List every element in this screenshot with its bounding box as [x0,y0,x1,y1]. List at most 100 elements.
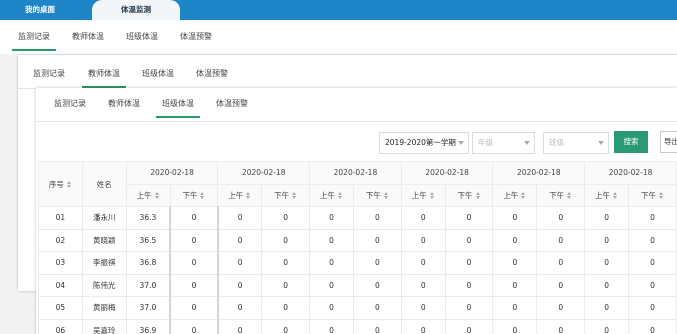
pm-column-header[interactable]: 下午 [536,183,586,207]
sort-icon[interactable] [200,191,205,200]
am-pm-header-row: 上午 下午 上午 下午 上午 下午 上午 下午 上午 下午 上午 下午 [39,183,677,207]
pm-temperature-cell[interactable]: 0 [169,228,219,252]
am-temperature-cell: 0 [584,296,630,320]
am-temperature-cell: 0 [309,273,354,297]
pm-temperature-cell[interactable]: 0 [169,273,219,297]
pm-temperature-cell: 0 [352,296,402,320]
tab-monitor-records[interactable]: 监测记录 [12,31,56,51]
pm-temperature-cell: 0 [261,228,311,252]
pm-temperature-cell: 0 [536,251,586,275]
sort-icon[interactable] [613,191,618,200]
am-temperature-cell: 0 [584,206,630,230]
am-column-header[interactable]: 上午 [217,183,263,207]
pm-column-header[interactable]: 下午 [444,183,494,207]
am-temperature-cell: 0 [400,206,446,230]
pm-column-header[interactable]: 下午 [261,183,311,207]
table-body: 01 潘永川 36.3 0 0 0 0 0 0 0 0 0 0 0 02 黄晓颖 36.5 0 0 0 0 0 0 0 0 0 0 0… [38,206,677,334]
sort-icon[interactable] [246,191,251,200]
grade-select[interactable]: 年级 [472,132,535,154]
temperature-table-container: 序号 姓名 2020-02-18 2020-02-18 2020-02-18 2… [38,161,677,334]
chevron-down-icon [458,141,464,145]
tab-teacher-temperature[interactable]: 教师体温 [72,31,104,42]
sort-icon[interactable] [521,191,526,200]
am-column-header[interactable]: 上午 [309,183,354,207]
am-temperature-cell: 0 [400,251,446,275]
pm-temperature-cell[interactable]: 0 [169,318,219,334]
pm-temperature-cell: 0 [444,206,494,230]
pm-temperature-cell: 0 [444,228,494,252]
tab-monitor-records[interactable]: 监测记录 [33,68,65,79]
export-button[interactable]: 导出 [660,131,677,153]
date-header: 2020-02-18 [584,161,677,185]
sort-icon[interactable] [338,191,343,200]
am-temperature-cell: 0 [217,228,263,252]
am-temperature-cell: 0 [492,318,538,334]
tab-temperature-warning[interactable]: 体温预警 [216,98,248,109]
pm-temperature-cell: 0 [261,251,311,275]
sort-icon[interactable] [383,191,389,200]
pm-temperature-cell: 0 [352,228,402,252]
sort-icon[interactable] [154,191,160,200]
pm-temperature-cell: 0 [628,228,677,252]
term-select[interactable]: 2019-2020第一学期 [379,132,469,154]
am-temperature-cell: 0 [492,251,538,275]
am-column-header[interactable]: 上午 [125,183,171,207]
pm-temperature-cell[interactable]: 0 [169,296,219,320]
am-temperature-cell: 0 [217,251,263,275]
student-name-cell: 黄丽梅 [81,296,127,320]
index-column-header[interactable]: 序号 [38,161,83,207]
am-column-header[interactable]: 上午 [492,183,538,207]
chevron-down-icon [524,141,530,145]
date-header: 2020-02-18 [309,161,402,185]
pm-temperature-cell[interactable]: 0 [169,206,219,230]
table-row: 06 吴嘉玲 36.9 0 0 0 0 0 0 0 0 0 0 0 [38,318,677,334]
sort-icon[interactable] [475,191,481,200]
sort-icon[interactable] [429,191,435,200]
class-select-placeholder: 班级 [549,138,564,147]
chevron-down-icon [598,141,604,145]
am-temperature-cell: 0 [309,228,354,252]
search-button[interactable]: 搜索 [614,131,648,153]
tab-teacher-temperature[interactable]: 教师体温 [82,68,126,88]
am-temperature-cell: 36.8 [125,251,171,275]
sort-icon[interactable] [292,191,297,200]
sort-icon[interactable] [567,191,572,200]
tab-teacher-temperature[interactable]: 教师体温 [108,98,140,109]
pm-temperature-cell: 0 [352,318,402,334]
tab-temperature-warning[interactable]: 体温预警 [196,68,228,79]
pm-temperature-cell: 0 [352,206,402,230]
am-temperature-cell: 0 [309,318,354,334]
temperature-table: 序号 姓名 2020-02-18 2020-02-18 2020-02-18 2… [38,161,677,334]
am-column-header[interactable]: 上午 [584,183,630,207]
tab-monitor-records[interactable]: 监测记录 [54,98,86,109]
am-temperature-cell: 36.9 [125,318,171,334]
pm-temperature-cell: 0 [536,318,586,334]
pm-column-header[interactable]: 下午 [628,183,677,207]
tab-class-temperature[interactable]: 班级体温 [156,98,200,118]
pm-column-header[interactable]: 下午 [169,183,219,207]
am-temperature-cell: 0 [400,318,446,334]
date-header: 2020-02-18 [492,161,586,185]
am-temperature-cell: 37.0 [125,296,171,320]
tab-class-temperature[interactable]: 班级体温 [142,68,174,79]
table-row: 04 陈伟光 37.0 0 0 0 0 0 0 0 0 0 0 0 [38,273,677,297]
sort-icon[interactable] [659,191,664,200]
pm-temperature-cell[interactable]: 0 [169,251,219,275]
am-temperature-cell: 0 [400,273,446,297]
top-tab-my-desktop[interactable]: 我的桌面 [0,0,80,20]
am-temperature-cell: 0 [217,206,263,230]
am-temperature-cell: 0 [400,296,446,320]
sort-icon[interactable] [66,180,72,189]
table-row: 01 潘永川 36.3 0 0 0 0 0 0 0 0 0 0 0 [38,206,677,230]
am-column-header[interactable]: 上午 [400,183,446,207]
pm-column-header[interactable]: 下午 [352,183,402,207]
tab-class-temperature[interactable]: 班级体温 [126,31,158,42]
am-temperature-cell: 37.0 [125,273,171,297]
tab-temperature-warning[interactable]: 体温预警 [180,31,212,42]
date-header: 2020-02-18 [217,161,311,185]
class-select[interactable]: 班级 [543,132,609,154]
pm-temperature-cell: 0 [444,273,494,297]
row-index-cell: 02 [38,228,83,252]
top-tab-temperature-monitor[interactable]: 体温监测 [92,0,180,20]
pm-temperature-cell: 0 [536,296,586,320]
